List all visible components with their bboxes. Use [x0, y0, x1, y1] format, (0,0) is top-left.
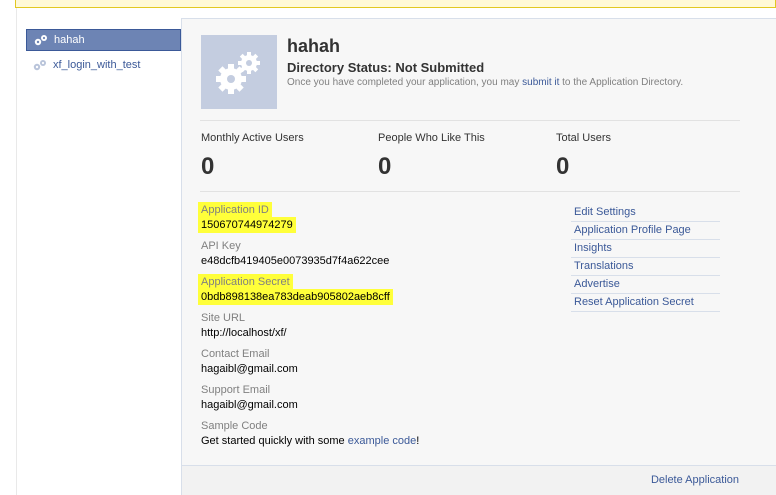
field-contact-email: Contact Email hagaibl@gmail.com	[201, 348, 298, 375]
field-api-key: API Key e48dcfb419405e0073935d7f4a622cee	[201, 240, 389, 267]
sidebar-item-label: hahah	[54, 34, 85, 46]
directory-description: Once you have completed your application…	[287, 77, 683, 88]
stat-value: 0	[201, 153, 215, 180]
left-divider	[16, 8, 17, 495]
application-secret-value: 0bdb898138ea783deab905802aeb8cff	[198, 289, 393, 305]
sample-code-value: Get started quickly with some example co…	[201, 435, 419, 447]
sample-code-text-end: !	[416, 435, 420, 447]
sidebar: hahah xf_login_with_test	[26, 29, 181, 79]
edit-settings-link[interactable]: Edit Settings	[571, 204, 720, 222]
delete-application-link[interactable]: Delete Application	[651, 474, 739, 486]
app-actions-list: Edit Settings Application Profile Page I…	[571, 204, 720, 312]
stat-label: Monthly Active Users	[201, 132, 304, 144]
contact-email-value: hagaibl@gmail.com	[201, 363, 298, 375]
notice-strip	[15, 0, 776, 8]
submit-link[interactable]: submit it	[522, 77, 559, 88]
stat-total-users: Total Users 0	[556, 132, 611, 181]
insights-link[interactable]: Insights	[571, 240, 720, 258]
sidebar-item-label: xf_login_with_test	[53, 59, 141, 71]
directory-desc-text-end: to the Application Directory.	[559, 77, 684, 88]
directory-status: Directory Status: Not Submitted	[287, 60, 485, 75]
gears-icon	[33, 60, 46, 71]
site-url-value: http://localhost/xf/	[201, 327, 287, 339]
sidebar-item-hahah[interactable]: hahah	[26, 29, 181, 51]
stat-label: People Who Like This	[378, 132, 485, 144]
support-email-value: hagaibl@gmail.com	[201, 399, 298, 411]
translations-link[interactable]: Translations	[571, 258, 720, 276]
field-label: Application ID	[198, 202, 272, 218]
stat-value: 0	[378, 153, 392, 180]
application-id-value: 150670744974279	[198, 217, 296, 233]
sample-code-text: Get started quickly with some	[201, 435, 348, 447]
sidebar-item-xf-login-with-test[interactable]: xf_login_with_test	[26, 54, 181, 76]
field-application-secret: Application Secret 0bdb898138ea783deab90…	[198, 274, 393, 305]
divider	[200, 120, 740, 121]
field-label: API Key	[201, 240, 241, 252]
field-label: Support Email	[201, 384, 271, 396]
gears-icon	[34, 35, 47, 46]
divider	[200, 191, 740, 192]
field-site-url: Site URL http://localhost/xf/	[201, 312, 287, 339]
stat-monthly-active-users: Monthly Active Users 0	[201, 132, 304, 181]
field-sample-code: Sample Code Get started quickly with som…	[201, 420, 419, 447]
field-support-email: Support Email hagaibl@gmail.com	[201, 384, 298, 411]
app-icon	[201, 35, 277, 109]
reset-application-secret-link[interactable]: Reset Application Secret	[571, 294, 720, 312]
gears-icon	[216, 52, 260, 94]
field-label: Contact Email	[201, 348, 270, 360]
field-application-id: Application ID 150670744974279	[198, 202, 296, 233]
app-details-panel: hahah Directory Status: Not Submitted On…	[181, 18, 776, 495]
example-code-link[interactable]: example code	[348, 435, 417, 447]
app-name: hahah	[287, 36, 341, 56]
api-key-value: e48dcfb419405e0073935d7f4a622cee	[201, 255, 390, 267]
panel-footer: Delete Application	[182, 465, 776, 495]
advertise-link[interactable]: Advertise	[571, 276, 720, 294]
field-label: Application Secret	[198, 274, 293, 290]
application-profile-page-link[interactable]: Application Profile Page	[571, 222, 720, 240]
stat-value: 0	[556, 153, 570, 180]
directory-desc-text: Once you have completed your application…	[287, 77, 523, 88]
stat-people-who-like-this: People Who Like This 0	[378, 132, 485, 181]
field-label: Sample Code	[201, 420, 268, 432]
field-label: Site URL	[201, 312, 246, 324]
stat-label: Total Users	[556, 132, 612, 144]
